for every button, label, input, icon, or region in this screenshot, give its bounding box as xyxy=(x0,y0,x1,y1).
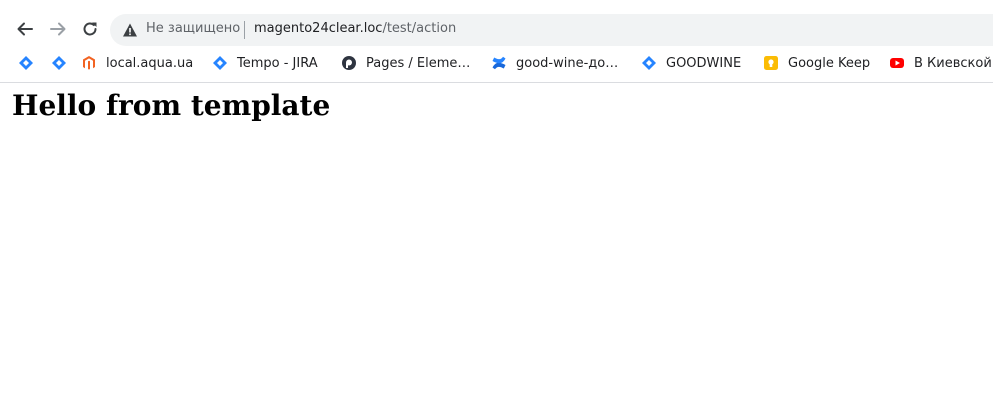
jira-diamond-icon xyxy=(52,56,66,70)
address-bar[interactable]: Не защищено magento24clear.loc/test/acti… xyxy=(110,14,993,46)
back-button[interactable] xyxy=(12,16,38,42)
bookmarks-bar: local.aqua.ua Tempo - JIRA Pages / Eleme… xyxy=(0,50,993,76)
arrow-left-icon xyxy=(17,22,33,36)
browser-chrome: Не защищено magento24clear.loc/test/acti… xyxy=(0,0,993,83)
bookmark-local-aqua[interactable]: local.aqua.ua xyxy=(81,50,193,76)
bookmark-pages-elementor[interactable]: Pages / Eleme… xyxy=(341,50,470,76)
reload-icon xyxy=(83,22,97,36)
reload-button[interactable] xyxy=(77,16,103,42)
bookmark-label: Tempo - JIRA xyxy=(237,55,318,71)
bookmark-goodwine[interactable]: GOODWINE xyxy=(641,50,741,76)
jira-diamond-icon xyxy=(642,56,656,70)
bookmark-item[interactable] xyxy=(18,50,34,76)
security-status[interactable]: Не защищено xyxy=(146,21,240,36)
jira-diamond-icon xyxy=(19,56,33,70)
bookmark-good-wine[interactable]: good-wine-до… xyxy=(491,50,618,76)
url-path: /test/action xyxy=(382,21,457,36)
bookmark-label: good-wine-до… xyxy=(516,55,619,71)
bookmark-label: Pages / Eleme… xyxy=(366,55,471,71)
address-divider xyxy=(244,21,245,39)
bookmark-label: local.aqua.ua xyxy=(106,55,194,71)
page-heading: Hello from template xyxy=(12,89,331,122)
confluence-icon xyxy=(492,56,506,70)
forward-button[interactable] xyxy=(45,16,71,42)
address-url[interactable]: magento24clear.loc/test/action xyxy=(254,21,456,36)
bookmark-item[interactable] xyxy=(51,50,67,76)
bookmark-google-keep[interactable]: Google Keep xyxy=(763,50,870,76)
google-keep-icon xyxy=(764,56,778,70)
bookmark-label: GOODWINE xyxy=(666,55,742,71)
magento-icon xyxy=(83,56,95,70)
bookmark-label: В Киевской xyxy=(914,55,992,71)
browser-toolbar: Не защищено magento24clear.loc/test/acti… xyxy=(0,12,993,48)
bookmark-youtube[interactable]: В Киевской xyxy=(889,50,992,76)
bookmark-label: Google Keep xyxy=(788,55,871,71)
youtube-icon xyxy=(890,58,904,68)
warning-icon[interactable] xyxy=(122,22,138,38)
arrow-right-icon xyxy=(50,22,66,36)
bookmark-tempo-jira[interactable]: Tempo - JIRA xyxy=(212,50,318,76)
jira-diamond-icon xyxy=(213,56,227,70)
url-host: magento24clear.loc xyxy=(254,21,383,36)
elementor-icon xyxy=(342,56,356,70)
